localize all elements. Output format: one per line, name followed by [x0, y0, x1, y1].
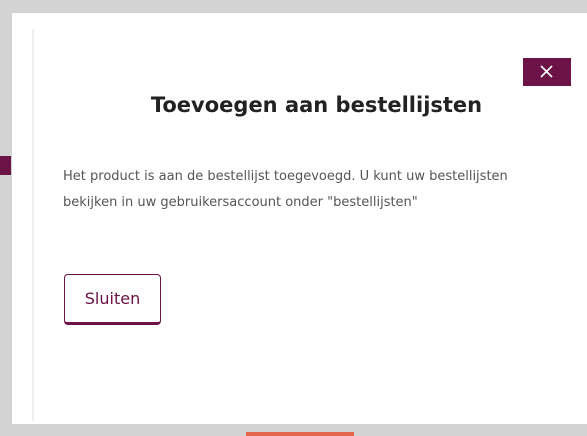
close-dialog-button[interactable]: [523, 58, 571, 86]
dialog-title: Toevoegen aan bestellijsten: [150, 93, 483, 117]
page-background-accent: [0, 156, 11, 175]
page-background-button-edge: [246, 432, 354, 436]
close-icon: [540, 65, 553, 78]
dialog-message: Het product is aan de bestellijst toegev…: [63, 169, 508, 210]
sluiten-button[interactable]: Sluiten: [64, 274, 161, 325]
dialog-divider: [32, 29, 34, 421]
add-to-order-lists-dialog: Toevoegen aan bestellijsten Het product …: [12, 13, 587, 424]
